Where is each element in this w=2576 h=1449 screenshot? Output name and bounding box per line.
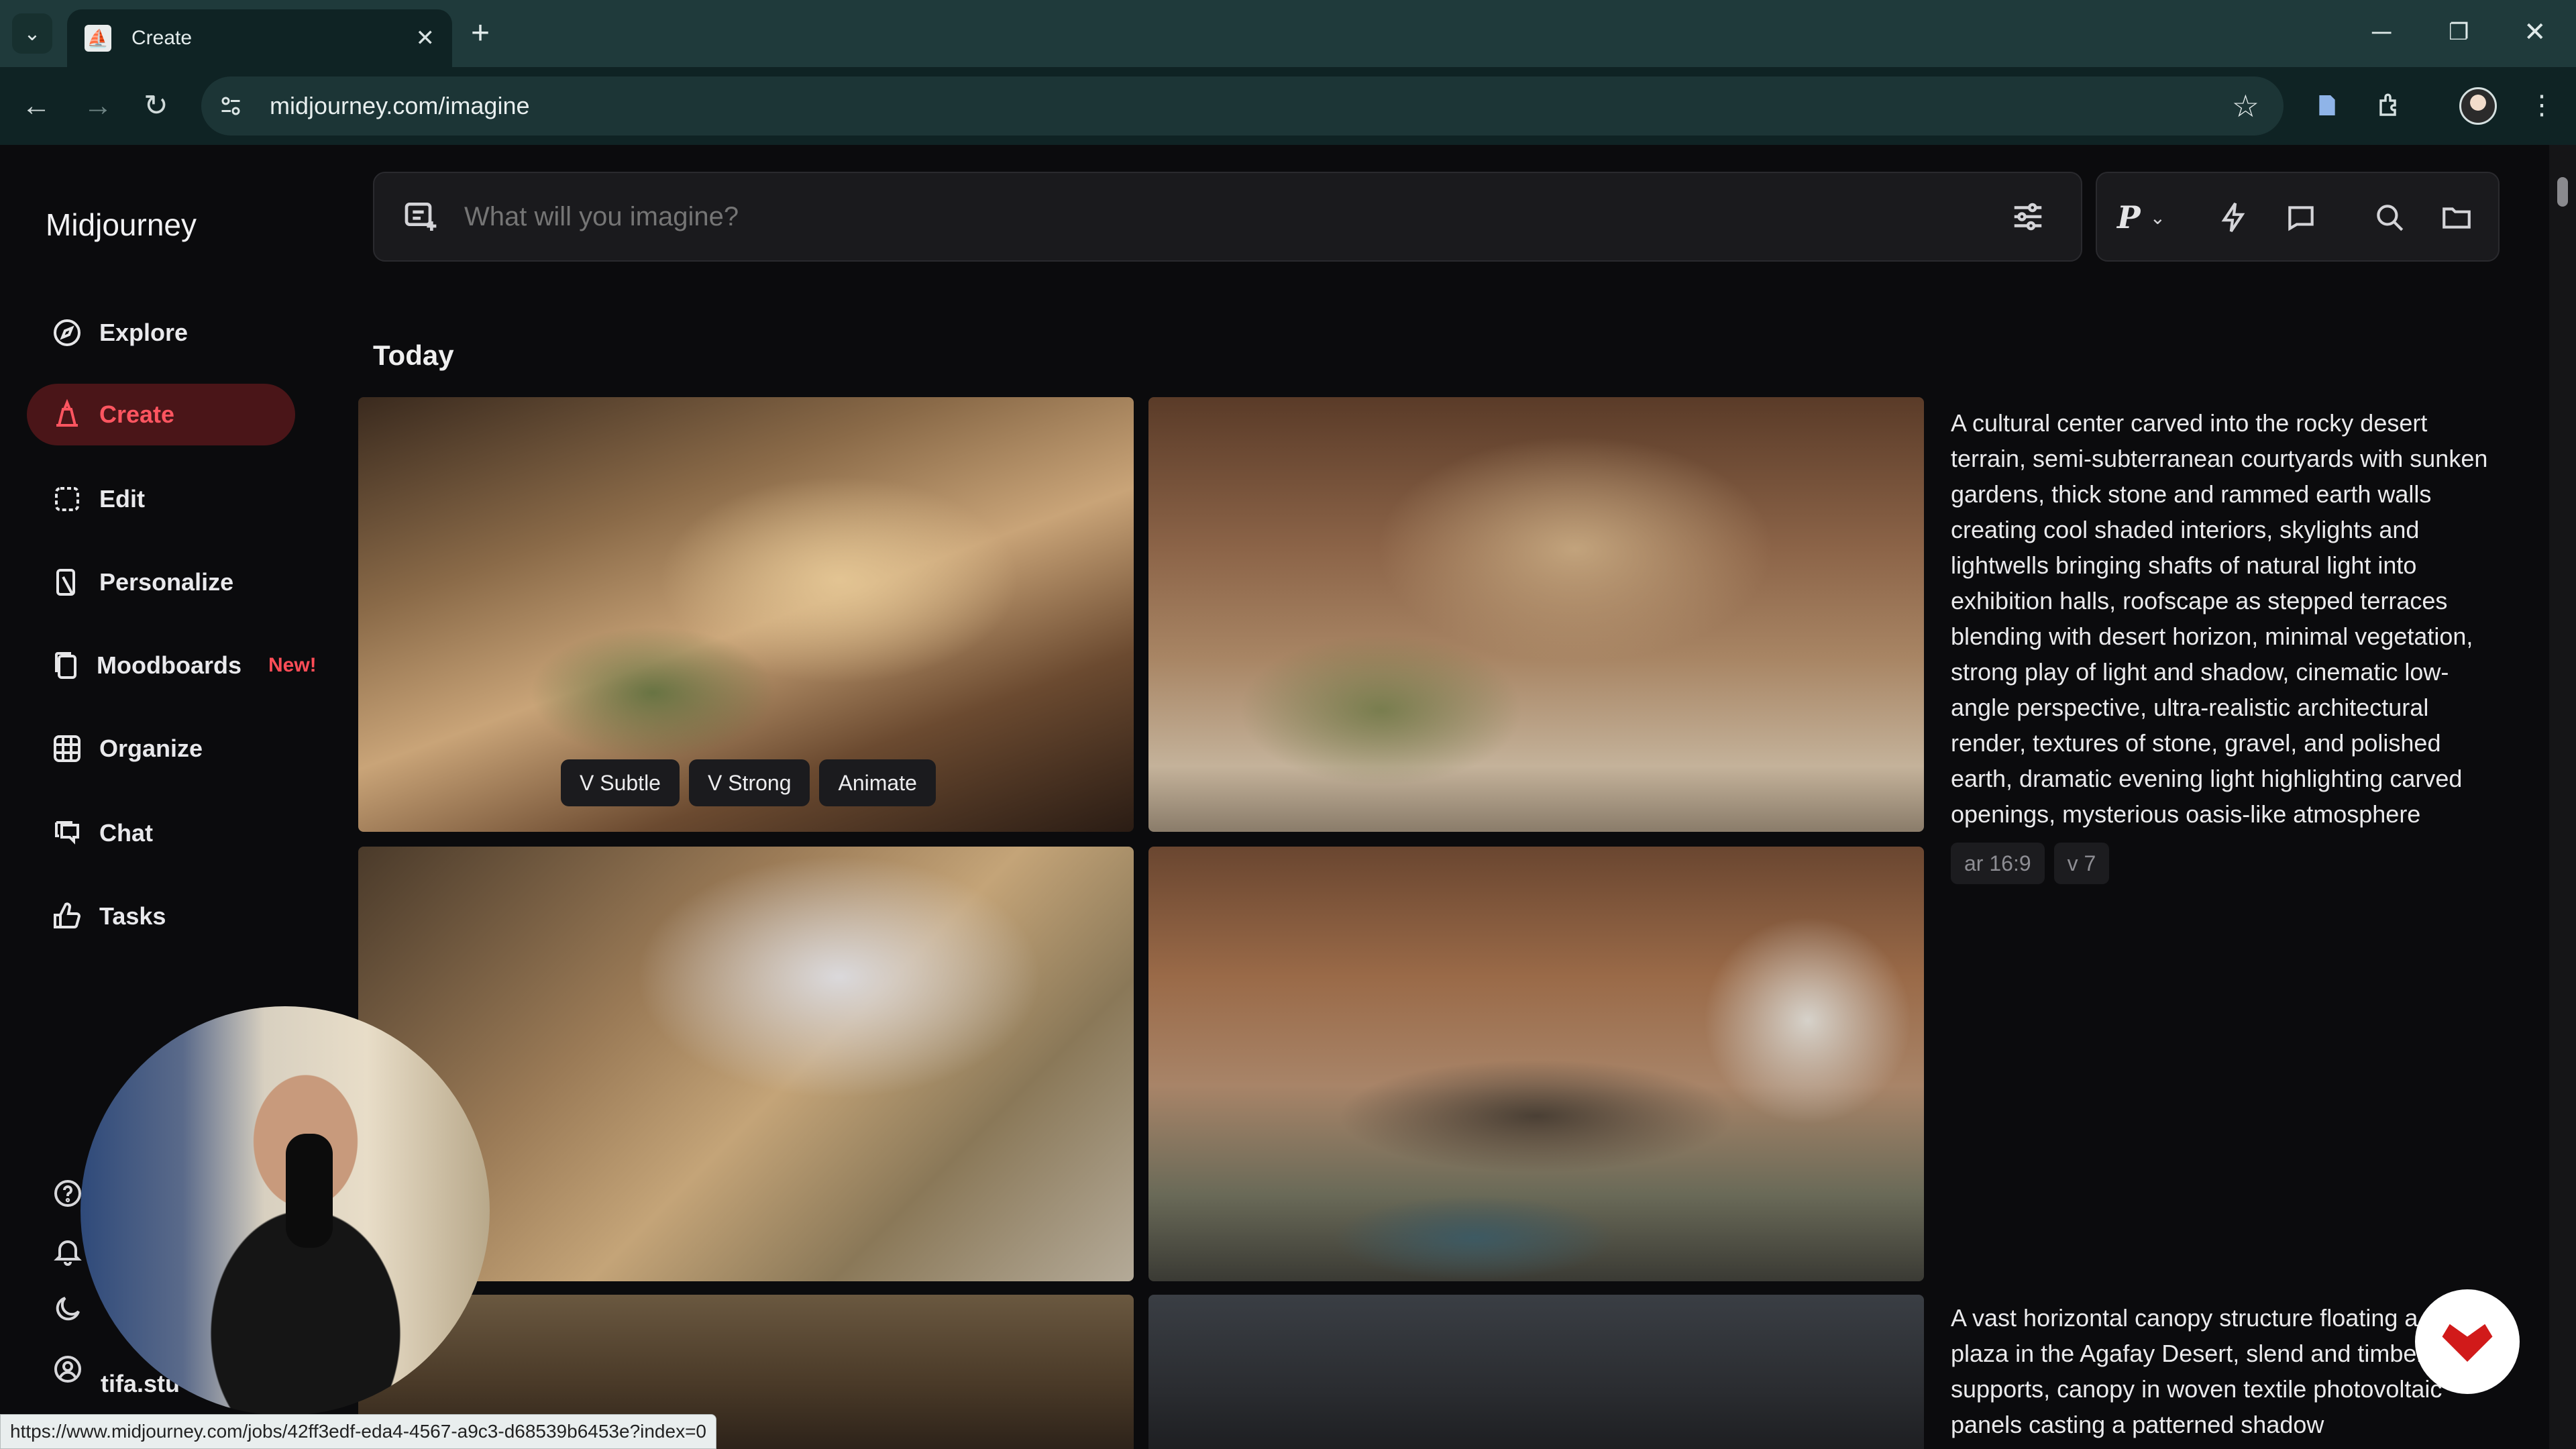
prompt-input[interactable] [464,201,2004,232]
moodboards-icon [50,648,82,683]
generated-image-2[interactable] [1148,397,1924,832]
animate-button[interactable]: Animate [819,759,936,806]
sidebar-item-create[interactable]: Create [27,384,295,445]
personalization-label: P [2117,199,2141,235]
prompt-params: ar 16:9 v 7 [1951,843,2110,884]
personalization-dropdown[interactable]: P ⌄ [2117,196,2184,239]
url-text[interactable]: midjourney.com/imagine [270,92,2232,120]
notifications-bell-icon[interactable] [50,1233,86,1269]
back-icon[interactable]: ← [21,87,51,125]
folder-icon[interactable] [2435,196,2478,239]
sidebar-item-label: Create [99,400,175,428]
sidebar-item-moodboards[interactable]: Moodboards New! [27,635,317,696]
param-chip[interactable]: ar 16:9 [1951,843,2045,884]
create-icon [50,397,85,432]
tab-search-chevron-icon[interactable]: ⌄ [12,13,52,54]
restore-icon[interactable]: ❐ [2449,13,2469,51]
page-scrollbar[interactable] [2549,145,2576,1449]
compass-icon [50,315,85,350]
sidebar-item-organize[interactable]: Organize [27,718,295,780]
minimize-icon[interactable]: ─ [2372,13,2391,51]
scrollbar-thumb[interactable] [2557,177,2568,207]
sidebar-item-personalize[interactable]: Personalize [27,551,295,613]
image-action-buttons: V Subtle V Strong Animate [561,759,936,806]
close-window-icon[interactable]: ✕ [2524,13,2546,51]
browser-menu-icon[interactable]: ⋮ [2522,86,2561,125]
brand-logo[interactable]: Midjourney [46,207,197,243]
sidebar-item-tasks[interactable]: Tasks [27,885,295,947]
sidebar-item-label: Moodboards [97,651,241,679]
sidebar-item-label: Explore [99,319,189,346]
webcam-overlay [80,1006,490,1415]
browser-toolbar: ← → ↻ midjourney.com/imagine ☆ ⋮ [0,67,2576,145]
reload-icon[interactable]: ↻ [144,87,168,125]
generated-image-4[interactable] [1148,847,1924,1281]
midjourney-favicon-icon: ⛵ [85,25,111,52]
forward-icon[interactable]: → [83,87,113,125]
close-tab-icon[interactable]: ✕ [416,25,435,52]
sidebar-item-label: Tasks [99,902,166,930]
vary-strong-button[interactable]: V Strong [688,759,810,806]
settings-sliders-icon[interactable] [2004,193,2051,240]
sidebar-item-label: Personalize [99,568,234,596]
vary-subtle-button[interactable]: V Subtle [561,759,680,806]
prompt-text-1[interactable]: A cultural center carved into the rocky … [1951,405,2508,832]
speed-bolt-icon[interactable] [2212,196,2255,239]
new-badge: New! [268,654,317,676]
grid-icon [50,731,85,766]
microphone-icon [286,1134,333,1248]
heart-icon [2442,1324,2493,1362]
sidebar-item-edit[interactable]: Edit [27,468,295,530]
site-info-icon[interactable] [207,82,255,130]
sidebar-item-chat[interactable]: Chat [27,802,295,864]
sidebar-item-label: Chat [99,819,153,847]
extensions-puzzle-icon[interactable] [2371,86,2410,125]
sidebar-item-label: Organize [99,735,203,762]
support-heart-button[interactable] [2415,1289,2520,1394]
section-title-today: Today [373,339,454,371]
bookmark-star-icon[interactable]: ☆ [2232,88,2259,124]
sidebar-item-explore[interactable]: Explore [27,302,295,364]
thumbs-up-icon [50,899,85,934]
generated-image-6[interactable] [1148,1295,1924,1449]
param-chip[interactable]: v 7 [2053,843,2110,884]
tab-title: Create [131,27,193,49]
user-avatar-icon[interactable] [50,1351,86,1387]
chat-icon [50,816,85,851]
document-extension-icon[interactable] [2308,86,2347,125]
prompt-tools: P ⌄ [2096,172,2500,262]
search-icon[interactable] [2368,196,2411,239]
browser-tab-bar: ⌄ ⛵ Create ✕ + ─ ❐ ✕ [0,0,2576,67]
sidebar-item-label: Edit [99,485,145,513]
dark-mode-moon-icon[interactable] [50,1291,86,1327]
personalize-icon [50,565,85,600]
edit-icon [50,482,85,517]
prompt-bar [373,172,2082,262]
browser-tab[interactable]: ⛵ Create ✕ [67,9,452,67]
status-bar-url: https://www.midjourney.com/jobs/42ff3edf… [0,1414,716,1449]
address-bar[interactable]: midjourney.com/imagine ☆ [201,76,2284,136]
profile-avatar[interactable] [2459,87,2497,125]
aspect-ratio-icon[interactable] [2279,196,2322,239]
new-tab-icon[interactable]: + [471,15,490,52]
chevron-down-icon: ⌄ [2149,207,2166,228]
add-image-icon[interactable] [397,193,444,240]
